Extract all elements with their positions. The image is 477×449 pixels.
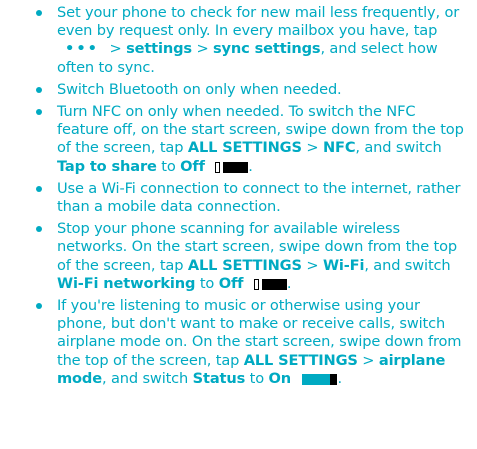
tip-text: , and switch [101,369,189,387]
off-label: Off [218,274,244,292]
separator: > [196,40,209,58]
tip-wifi-connection: Use a Wi-Fi connection to connect to the… [0,180,477,216]
tip-text: to [161,157,176,175]
off-label: Off [180,157,205,175]
all-settings-label: ALL SETTINGS [187,256,302,274]
tip-mail-sync: Set your phone to check for new mail les… [0,4,477,77]
battery-tips-page: Set your phone to check for new mail les… [0,0,477,449]
wifi-networking-label: Wi-Fi networking [57,274,196,292]
tip-text: , and switch [364,256,451,274]
wifi-label: Wi-Fi [322,256,365,274]
tip-text: Switch Bluetooth on only when needed. [57,80,342,98]
tap-to-share-label: Tap to share [57,157,157,175]
separator: > [306,139,319,157]
all-settings-label: ALL SETTINGS [243,351,358,369]
separator: > [362,351,375,369]
tip-airplane-mode: If you're listening to music or otherwis… [0,297,477,388]
toggle-off-icon [215,161,249,173]
tip-wifi-scanning: Stop your phone scanning for available w… [0,220,477,293]
tips-list: Set your phone to check for new mail les… [0,0,477,388]
tip-text: . [337,369,343,387]
tip-text: to [249,369,265,387]
sync-settings-label: sync settings [213,40,321,58]
status-label: Status [192,369,246,387]
separator: > [306,256,319,274]
all-settings-label: ALL SETTINGS [187,139,302,157]
tip-text: Set your phone to check for new mail les… [57,4,460,40]
tip-text: . [248,157,253,175]
more-dots-icon: ••• [65,40,99,58]
tip-text: . [286,274,292,292]
nfc-label: NFC [322,139,356,157]
tip-nfc: Turn NFC on only when needed. To switch … [0,103,477,176]
tip-bluetooth: Switch Bluetooth on only when needed. [0,81,477,99]
tip-text: , and switch [355,139,442,157]
separator: > [109,40,122,58]
tip-text: Use a Wi-Fi connection to connect to the… [57,179,461,216]
settings-label: settings [126,40,192,58]
toggle-on-icon [301,373,338,385]
on-label: On [268,369,292,387]
toggle-off-icon [253,278,287,290]
tip-text: to [199,274,215,292]
